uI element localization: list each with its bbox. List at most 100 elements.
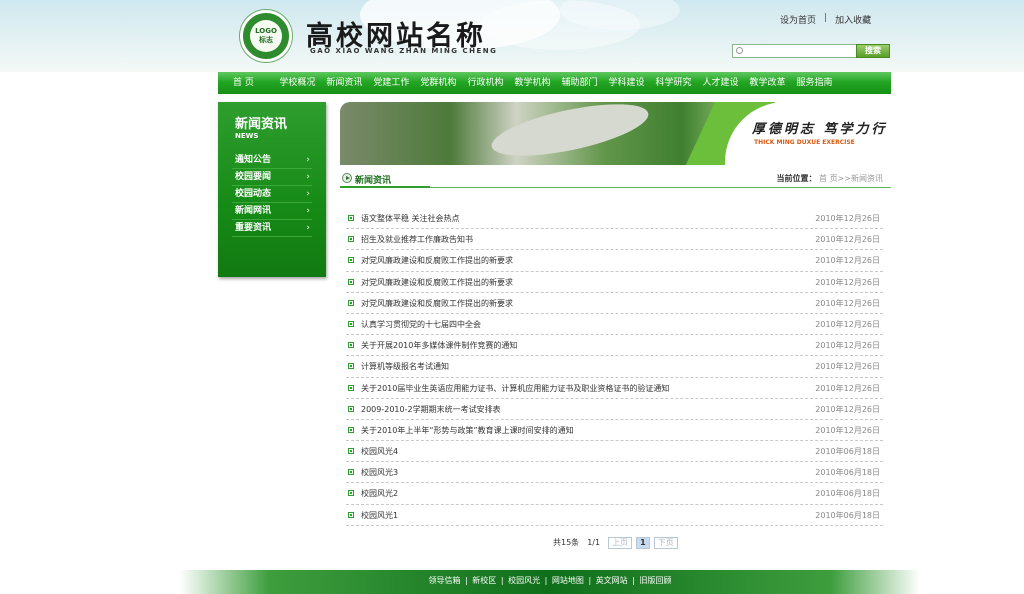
news-title[interactable]: 校园风光3 — [361, 467, 398, 478]
nav-item-research[interactable]: 科学研究 — [650, 72, 697, 94]
list-item[interactable]: 对党风廉政建设和反腐败工作提出的新要求 2010年12月26日 — [346, 250, 883, 272]
nav-item-teaching-orgs[interactable]: 教学机构 — [509, 72, 556, 94]
search-button[interactable]: 搜索 — [856, 44, 890, 58]
news-title[interactable]: 校园风光4 — [361, 446, 398, 457]
news-title[interactable]: 关于开展2010年多媒体课件制作竞赛的通知 — [361, 340, 517, 351]
nav-item-talent[interactable]: 人才建设 — [697, 72, 744, 94]
list-item[interactable]: 关于2010年上半年“形势与政策”教育课上课时间安排的通知 2010年12月26日 — [346, 420, 883, 442]
nav-item-party-orgs[interactable]: 党群机构 — [415, 72, 462, 94]
sidebar-item-important-info[interactable]: 重要资讯 › — [232, 220, 312, 237]
main-nav: 首 页 学校概况 新闻资讯 党建工作 党群机构 行政机构 教学机构 辅助部门 学… — [218, 72, 891, 94]
bullet-icon — [348, 384, 354, 391]
sidebar-item-notices[interactable]: 通知公告 › — [232, 152, 312, 169]
next-page-button[interactable]: 下页 — [653, 536, 678, 549]
list-item[interactable]: 语文整体平稳 关注社会热点 2010年12月26日 — [346, 208, 883, 230]
breadcrumb-path[interactable]: 首 页>>新闻资讯 — [819, 174, 883, 183]
news-date: 2010年12月26日 — [815, 298, 880, 308]
list-item[interactable]: 关于2010届毕业生英语应用能力证书、计算机应用能力证书及职业资格证书的验证通知… — [346, 378, 883, 399]
sidebar-subtitle: NEWS — [235, 132, 259, 140]
bullet-icon — [348, 511, 354, 518]
list-item[interactable]: 校园风光3 2010年06月18日 — [346, 462, 883, 484]
list-item[interactable]: 关于开展2010年多媒体课件制作竞赛的通知 2010年12月26日 — [346, 335, 883, 357]
news-date: 2010年12月26日 — [815, 425, 880, 435]
footer-separator: | — [632, 576, 635, 585]
news-title[interactable]: 校园风光2 — [361, 488, 398, 499]
news-title[interactable]: 校园风光1 — [361, 510, 398, 521]
news-list: 语文整体平稳 关注社会热点 2010年12月26日 招生及就业推荐工作廉政告知书 2… — [346, 208, 883, 526]
pager-page-info: 1/1 — [587, 538, 601, 547]
list-item[interactable]: 对党风廉政建设和反腐败工作提出的新要求 2010年12月26日 — [346, 293, 883, 314]
section-title: 新闻资讯 — [355, 176, 392, 186]
banner-slogan-en: THICK MING DUXUE EXERCISE — [754, 139, 855, 146]
bullet-icon — [348, 257, 354, 264]
nav-item-support-depts[interactable]: 辅助部门 — [556, 72, 603, 94]
footer-separator: | — [465, 576, 468, 585]
footer-link-english-site[interactable]: 英文网站 — [595, 576, 629, 585]
sidebar-title: 新闻资讯 — [235, 117, 288, 132]
prev-page-button[interactable]: 上页 — [608, 536, 633, 549]
footer-link-new-campus[interactable]: 新校区 — [471, 576, 497, 585]
news-title[interactable]: 语文整体平稳 关注社会热点 — [361, 213, 460, 224]
list-item[interactable]: 校园风光1 2010年06月18日 — [346, 505, 883, 526]
bullet-icon — [348, 215, 354, 221]
nav-item-party-work[interactable]: 党建工作 — [368, 72, 415, 94]
news-title[interactable]: 2009-2010-2学期期末统一考试安排表 — [361, 404, 501, 415]
logo-subtext: 标志 — [259, 36, 273, 44]
sidebar-item-campus-updates[interactable]: 校园动态 › — [232, 186, 312, 203]
bullet-icon — [348, 448, 354, 455]
news-date: 2010年12月26日 — [815, 383, 880, 393]
sidebar: 新闻资讯 NEWS 通知公告 › 校园要闻 › 校园动态 › 新闻网讯 › 重要… — [218, 102, 326, 277]
sidebar-item-campus-news[interactable]: 校园要闻 › — [232, 169, 312, 186]
news-title[interactable]: 招生及就业推荐工作廉政告知书 — [361, 234, 473, 245]
footer-link-sitemap[interactable]: 网站地图 — [551, 576, 585, 585]
nav-item-home[interactable]: 首 页 — [218, 72, 274, 94]
campus-banner: 厚德明志 笃学力行 THICK MING DUXUE EXERCISE — [340, 102, 891, 165]
search-input[interactable] — [747, 45, 855, 57]
list-item[interactable]: 校园风光4 2010年06月18日 — [346, 441, 883, 463]
play-circle-icon — [342, 173, 352, 183]
news-date: 2010年12月26日 — [815, 404, 880, 414]
add-favorite-link[interactable]: 加入收藏 — [835, 13, 871, 26]
sidebar-item-label: 新闻网讯 — [235, 206, 272, 216]
bullet-icon — [348, 426, 354, 433]
news-title[interactable]: 关于2010年上半年“形势与政策”教育课上课时间安排的通知 — [361, 425, 574, 436]
nav-item-news[interactable]: 新闻资讯 — [321, 72, 368, 94]
chevron-right-icon: › — [306, 155, 310, 165]
section-header: 新闻资讯 当前位置： 首 页>>新闻资讯 — [340, 170, 891, 188]
bullet-icon — [348, 236, 354, 243]
list-item[interactable]: 校园风光2 2010年06月18日 — [346, 483, 883, 505]
list-item[interactable]: 认真学习贯彻党的十七届四中全会 2010年12月26日 — [346, 314, 883, 336]
news-title[interactable]: 对党风廉政建设和反腐败工作提出的新要求 — [361, 277, 513, 288]
news-title[interactable]: 对党风廉政建设和反腐败工作提出的新要求 — [361, 255, 513, 266]
news-title[interactable]: 认真学习贯彻党的十七届四中全会 — [361, 319, 481, 330]
list-item[interactable]: 招生及就业推荐工作廉政告知书 2010年12月26日 — [346, 229, 883, 251]
footer-link-old-version[interactable]: 旧版回顾 — [638, 576, 672, 585]
news-date: 2010年12月26日 — [815, 319, 880, 329]
site-header: LOGO 标志 高校网站名称 GAO XIAO WANG ZHAN MING C… — [0, 0, 1024, 72]
nav-item-reform[interactable]: 教学改革 — [744, 72, 791, 94]
chevron-right-icon: › — [306, 172, 310, 182]
news-title[interactable]: 关于2010届毕业生英语应用能力证书、计算机应用能力证书及职业资格证书的验证通知 — [361, 383, 669, 394]
nav-item-about[interactable]: 学校概况 — [274, 72, 321, 94]
footer-link-leader-mailbox[interactable]: 领导信箱 — [428, 576, 462, 585]
list-item[interactable]: 2009-2010-2学期期末统一考试安排表 2010年12月26日 — [346, 399, 883, 420]
news-date: 2010年12月26日 — [815, 341, 880, 351]
sidebar-item-web-news[interactable]: 新闻网讯 › — [232, 203, 312, 220]
pagination: 共15条 1/1 上页 1 下页 — [553, 536, 678, 549]
footer-link-campus-scenery[interactable]: 校园风光 — [507, 576, 541, 585]
pager-total: 共15条 — [553, 538, 580, 547]
list-item[interactable]: 计算机等级报名考试通知 2010年12月26日 — [346, 356, 883, 378]
set-homepage-link[interactable]: 设为首页 — [780, 13, 816, 26]
news-title[interactable]: 对党风廉政建设和反腐败工作提出的新要求 — [361, 298, 513, 309]
news-title[interactable]: 计算机等级报名考试通知 — [361, 361, 449, 372]
nav-item-disciplines[interactable]: 学科建设 — [603, 72, 650, 94]
link-separator: | — [824, 13, 828, 23]
bullet-icon — [348, 469, 354, 476]
current-page-button[interactable]: 1 — [636, 536, 650, 549]
banner-path-shape — [487, 102, 653, 165]
school-logo[interactable]: LOGO 标志 — [240, 10, 292, 62]
bullet-icon — [348, 299, 354, 306]
nav-item-service[interactable]: 服务指南 — [791, 72, 838, 94]
nav-item-admin-orgs[interactable]: 行政机构 — [462, 72, 509, 94]
list-item[interactable]: 对党风廉政建设和反腐败工作提出的新要求 2010年12月26日 — [346, 272, 883, 293]
